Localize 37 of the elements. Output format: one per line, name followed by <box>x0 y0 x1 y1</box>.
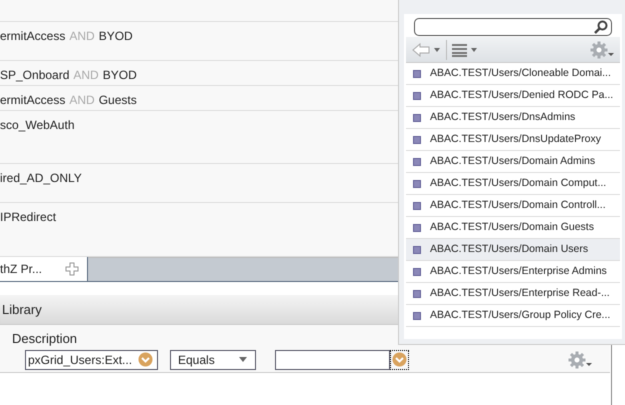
group-icon <box>413 202 421 210</box>
operator-label: AND <box>69 92 95 109</box>
group-icon <box>413 224 421 232</box>
group-icon <box>413 70 421 78</box>
group-icon <box>413 246 421 254</box>
group-icon <box>413 92 421 100</box>
group-list-item[interactable]: ABAC.TEST/Users/Domain Users <box>406 239 620 261</box>
search-icon[interactable] <box>594 20 608 34</box>
attribute-dropdown[interactable]: pxGrid_Users:Ext... <box>25 350 158 370</box>
group-icon <box>413 290 421 298</box>
condition-name: IPRedirect <box>0 209 56 226</box>
settings-icon[interactable] <box>590 40 614 58</box>
condition-name: SP_Onboard <box>0 66 70 84</box>
condition-name: Guests <box>98 92 137 109</box>
operator-label: AND <box>73 66 99 84</box>
group-icon <box>413 180 421 188</box>
group-icon <box>413 136 421 144</box>
operator-label: AND <box>69 28 95 45</box>
group-icon <box>413 312 421 320</box>
operator-dropdown[interactable]: Equals <box>170 350 256 370</box>
group-icon <box>413 114 421 122</box>
condition-name: ermitAccess <box>0 28 66 45</box>
tab[interactable]: thZ Pr... <box>0 257 88 281</box>
group-icon <box>413 158 421 166</box>
description-label: Description <box>12 330 78 348</box>
caret-icon[interactable] <box>239 357 247 362</box>
condition-name: BYOD <box>98 28 133 45</box>
plus-icon[interactable] <box>65 262 79 276</box>
library-title: Library <box>2 300 42 319</box>
search-field[interactable] <box>414 18 612 36</box>
condition-name: ermitAccess <box>0 92 66 109</box>
group-icon <box>413 268 421 276</box>
condition-name: ired_AD_ONLY <box>0 170 82 188</box>
condition-name: sco_WebAuth <box>0 116 74 134</box>
back-arrow-icon[interactable] <box>412 42 442 56</box>
condition-name: BYOD <box>102 66 137 84</box>
value-field[interactable] <box>275 350 390 370</box>
